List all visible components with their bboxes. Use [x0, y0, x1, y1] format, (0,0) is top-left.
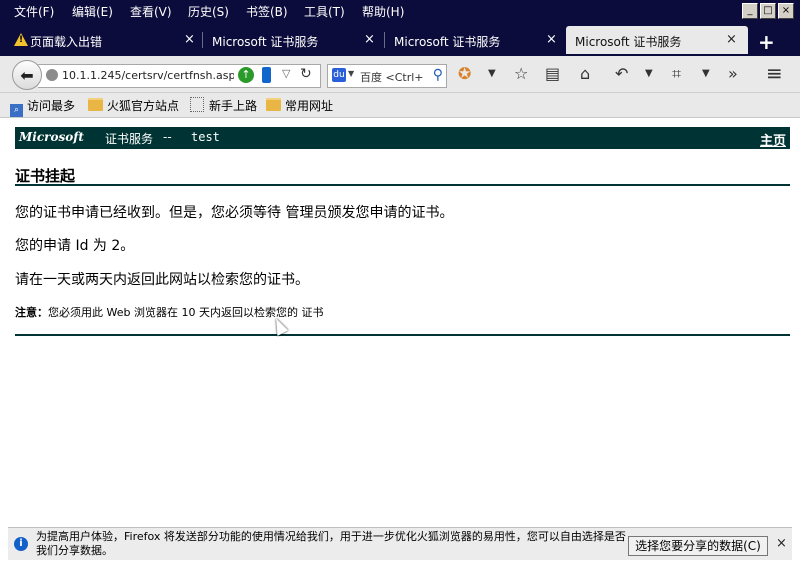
tab-cert-service-active[interactable]: Microsoft 证书服务 × [566, 26, 748, 54]
reload-icon[interactable]: ↻ [300, 66, 312, 82]
close-notification-icon[interactable]: × [776, 536, 787, 551]
return-instruction-text: 请在一天或两天内返回此网站以检索您的证书。 [15, 272, 309, 288]
request-received-text: 您的证书申请已经收到。但是，您必须等待 管理员颁发您申请的证书。 [15, 205, 454, 221]
bookmarks-toolbar: ⌕ 访问最多 火狐官方站点 新手上路 常用网址 [0, 93, 800, 118]
close-tab-icon[interactable]: × [726, 32, 737, 47]
bookmark-star-icon[interactable]: ☆ [514, 64, 528, 83]
url-bar[interactable]: 10.1.1.245/certsrv/certfnsh.asp ↑ ▽ ↻ [38, 64, 321, 88]
crop-icon[interactable]: ⌗ [672, 64, 681, 84]
addon-dropdown-icon[interactable]: ▼ [488, 68, 496, 79]
notification-bar: i 为提高用户体验，Firefox 将发送部分功能的使用情况给我们，用于进一步优… [8, 527, 792, 560]
tab-label: Microsoft 证书服务 [575, 35, 682, 49]
search-engine-dropdown-icon[interactable]: ▼ [348, 69, 354, 78]
choose-data-to-share-button[interactable]: 选择您要分享的数据(C) [628, 536, 768, 556]
back-button[interactable]: ⬅ [12, 60, 42, 90]
warning-icon: ! [14, 33, 28, 46]
menu-tools[interactable]: 工具(T) [304, 3, 345, 20]
restore-button[interactable]: □ [760, 3, 776, 19]
folder-icon [266, 98, 281, 111]
search-icon[interactable]: ⚲ [433, 67, 443, 83]
home-icon[interactable]: ⌂ [580, 64, 590, 83]
header-separator: -- [163, 130, 172, 144]
addon-icon[interactable]: ✪ [458, 64, 471, 83]
arrow-left-icon: ⬅ [20, 65, 34, 85]
service-title: 证书服务 [105, 132, 154, 146]
menu-view[interactable]: 查看(V) [130, 3, 172, 20]
new-tab-button[interactable]: + [758, 30, 775, 54]
url-text[interactable]: 10.1.1.245/certsrv/certfnsh.asp [62, 69, 234, 82]
bookmark-common-sites[interactable]: 常用网址 [266, 97, 333, 114]
close-tab-icon[interactable]: × [546, 32, 557, 47]
page-title: 证书挂起 [15, 167, 76, 185]
search-input[interactable]: 百度 <Ctrl+K> [360, 69, 424, 85]
menu-help[interactable]: 帮助(H) [362, 3, 404, 20]
tab-cert-service-2[interactable]: Microsoft 证书服务 × [386, 26, 564, 54]
undo-icon[interactable]: ↶ [615, 64, 628, 83]
baidu-icon[interactable]: du [332, 68, 346, 82]
menu-icon[interactable]: ≡ [766, 61, 783, 85]
tab-label: Microsoft 证书服务 [212, 35, 319, 49]
home-link[interactable]: 主页 [760, 130, 786, 149]
notification-text: 为提高用户体验，Firefox 将发送部分功能的使用情况给我们，用于进一步优化火… [36, 530, 626, 557]
url-dropdown-icon[interactable]: ▽ [282, 67, 290, 80]
send-to-device-icon[interactable] [262, 67, 271, 83]
close-tab-icon[interactable]: × [364, 32, 375, 47]
cert-service-header: Microsoft 证书服务 -- test 主页 [15, 127, 790, 149]
bookmark-firefox-official[interactable]: 火狐官方站点 [88, 97, 179, 114]
divider [15, 184, 790, 186]
tab-load-error[interactable]: ! 页面载入出错 × [6, 26, 202, 54]
close-tab-icon[interactable]: × [184, 32, 195, 47]
request-id-text: 您的申请 Id 为 2。 [15, 238, 135, 254]
folder-icon [88, 98, 103, 111]
menu-file[interactable]: 文件(F) [14, 3, 54, 20]
tab-label: 页面载入出错 [30, 35, 103, 49]
bookmark-most-visited[interactable]: ⌕ 访问最多 [10, 97, 75, 117]
menu-edit[interactable]: 编辑(E) [72, 3, 113, 20]
globe-icon [46, 69, 58, 81]
search-bar[interactable]: du ▼ 百度 <Ctrl+K> ⚲ [327, 64, 447, 88]
undo-dropdown-icon[interactable]: ▼ [645, 68, 653, 79]
tab-cert-service-1[interactable]: Microsoft 证书服务 × [204, 26, 384, 54]
divider [15, 334, 790, 336]
tab-label: Microsoft 证书服务 [394, 35, 501, 49]
overflow-icon[interactable]: » [728, 64, 738, 83]
reading-list-icon[interactable]: ▤ [545, 64, 560, 83]
info-icon: i [14, 537, 28, 551]
ca-name: test [191, 130, 220, 144]
menu-bar: 文件(F) 编辑(E) 查看(V) 历史(S) 书签(B) 工具(T) 帮助(H… [0, 0, 800, 22]
page-icon [190, 97, 204, 112]
menu-history[interactable]: 历史(S) [188, 3, 229, 20]
bookmark-getting-started[interactable]: 新手上路 [190, 97, 257, 114]
go-icon[interactable]: ↑ [238, 67, 254, 83]
tab-strip: ! 页面载入出错 × Microsoft 证书服务 × Microsoft 证书… [0, 22, 800, 56]
crop-dropdown-icon[interactable]: ▼ [702, 68, 710, 79]
close-window-button[interactable]: × [778, 3, 794, 19]
most-visited-icon: ⌕ [10, 104, 23, 117]
menu-bookmarks[interactable]: 书签(B) [246, 3, 288, 20]
page-content: Microsoft 证书服务 -- test 主页 证书挂起 您的证书申请已经收… [8, 118, 792, 526]
minimize-button[interactable]: _ [742, 3, 758, 19]
brand-logo: Microsoft [19, 130, 84, 144]
